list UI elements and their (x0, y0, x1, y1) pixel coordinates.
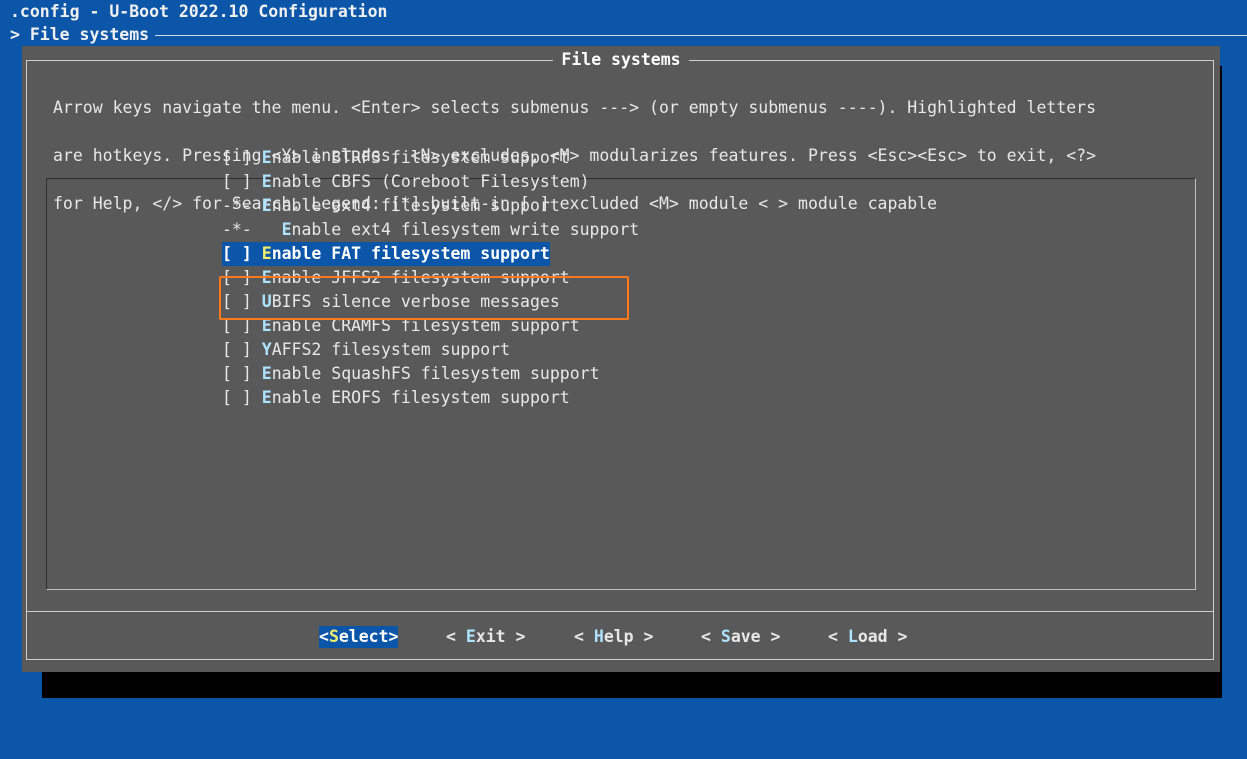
menu-item-line: [ ] Enable CBFS (Coreboot Filesystem) (222, 170, 590, 194)
save-button[interactable]: < Save > (701, 626, 780, 648)
menu-item-state: [ ] (222, 172, 262, 191)
menu-item-state: [ ] (222, 244, 262, 263)
menu-item-hotkey: E (261, 268, 272, 287)
button-separator (26, 611, 1214, 612)
menu-item-state: [ ] (222, 364, 262, 383)
load-button[interactable]: < Load > (828, 626, 907, 648)
menu-item-state: [ ] (222, 148, 262, 167)
help-button[interactable]: < Help > (574, 626, 653, 648)
help-line: Arrow keys navigate the menu. <Enter> se… (53, 98, 1097, 117)
menu-item[interactable]: [ ] UBIFS silence verbose messages (222, 290, 639, 314)
menu-item[interactable]: [ ] YAFFS2 filesystem support (222, 338, 639, 362)
menu-item[interactable]: [ ] Enable EROFS filesystem support (222, 386, 639, 410)
menu-item-line: [ ] YAFFS2 filesystem support (222, 338, 510, 362)
menu-item[interactable]: [ ] Enable SquashFS filesystem support (222, 362, 639, 386)
menu-item-state: [ ] (222, 316, 262, 335)
menu-item-hotkey: E (261, 244, 272, 263)
menu-item-label: nable EROFS filesystem support (271, 388, 570, 407)
menu-item-label: nable FAT filesystem support (271, 244, 550, 263)
menu-item-hotkey: E (261, 316, 272, 335)
menu-item[interactable]: -*- Enable ext4 filesystem support (222, 194, 639, 218)
menu-item-line: [ ] Enable SquashFS filesystem support (222, 362, 600, 386)
menu-item-hotkey: U (261, 292, 272, 311)
menu-item[interactable]: [ ] Enable JFFS2 filesystem support (222, 266, 639, 290)
menu-item-label: nable JFFS2 filesystem support (271, 268, 570, 287)
menu-item[interactable]: [ ] Enable CRAMFS filesystem support (222, 314, 639, 338)
select-button[interactable]: <Select> (319, 626, 399, 648)
menu-item-label: nable SquashFS filesystem support (271, 364, 600, 383)
menu-item-hotkey: E (261, 148, 272, 167)
breadcrumb-divider (10, 35, 1247, 36)
menu-item-hotkey: E (261, 388, 272, 407)
menu-item[interactable]: -*- Enable ext4 filesystem write support (222, 218, 639, 242)
menu-item-state: -*- (222, 196, 262, 215)
breadcrumb-row: > File systems (10, 25, 1247, 45)
window-title: .config - U-Boot 2022.10 Configuration (10, 2, 388, 21)
menu-item-line: [ ] UBIFS silence verbose messages (222, 290, 560, 314)
exit-button[interactable]: < Exit > (446, 626, 525, 648)
menu-item-label: nable CBFS (Coreboot Filesystem) (271, 172, 590, 191)
menu-list: [ ] Enable BTRFS filesystem support[ ] E… (222, 146, 639, 410)
menu-item-label: BIFS silence verbose messages (271, 292, 560, 311)
menu-item[interactable]: [ ] Enable CBFS (Coreboot Filesystem) (222, 170, 639, 194)
breadcrumb: > File systems (10, 25, 156, 45)
menu-item[interactable]: [ ] Enable BTRFS filesystem support (222, 146, 639, 170)
menu-item-state: [ ] (222, 340, 262, 359)
menu-item-state: -*- (222, 220, 282, 239)
menu-item-state: [ ] (222, 388, 262, 407)
menu-item-line: -*- Enable ext4 filesystem write support (222, 218, 639, 242)
menu-item-line: -*- Enable ext4 filesystem support (222, 194, 560, 218)
menu-item-label: AFFS2 filesystem support (271, 340, 511, 359)
menu-item-line: [ ] Enable EROFS filesystem support (222, 386, 570, 410)
menu-item-hotkey: E (281, 220, 292, 239)
menu-item-hotkey: E (261, 172, 272, 191)
menu-item-hotkey: Y (261, 340, 272, 359)
menu-item-label: nable CRAMFS filesystem support (271, 316, 580, 335)
menu-item-hotkey: E (261, 196, 272, 215)
button-bar: <Select> < Exit > < Help > < Save > < Lo… (22, 626, 1220, 648)
menu-item-state: [ ] (222, 292, 262, 311)
menu-item-line: [ ] Enable BTRFS filesystem support (222, 146, 570, 170)
menu-item-label: nable ext4 filesystem write support (291, 220, 640, 239)
menu-item-state: [ ] (222, 268, 262, 287)
menu-item-label: nable BTRFS filesystem support (271, 148, 570, 167)
menu-item-label: nable ext4 filesystem support (271, 196, 560, 215)
menu-item-hotkey: E (261, 364, 272, 383)
menu-item-line: [ ] Enable JFFS2 filesystem support (222, 266, 570, 290)
menu-item-line: [ ] Enable FAT filesystem support (222, 242, 550, 266)
menu-item-line: [ ] Enable CRAMFS filesystem support (222, 314, 580, 338)
menu-item[interactable]: [ ] Enable FAT filesystem support (222, 242, 639, 266)
